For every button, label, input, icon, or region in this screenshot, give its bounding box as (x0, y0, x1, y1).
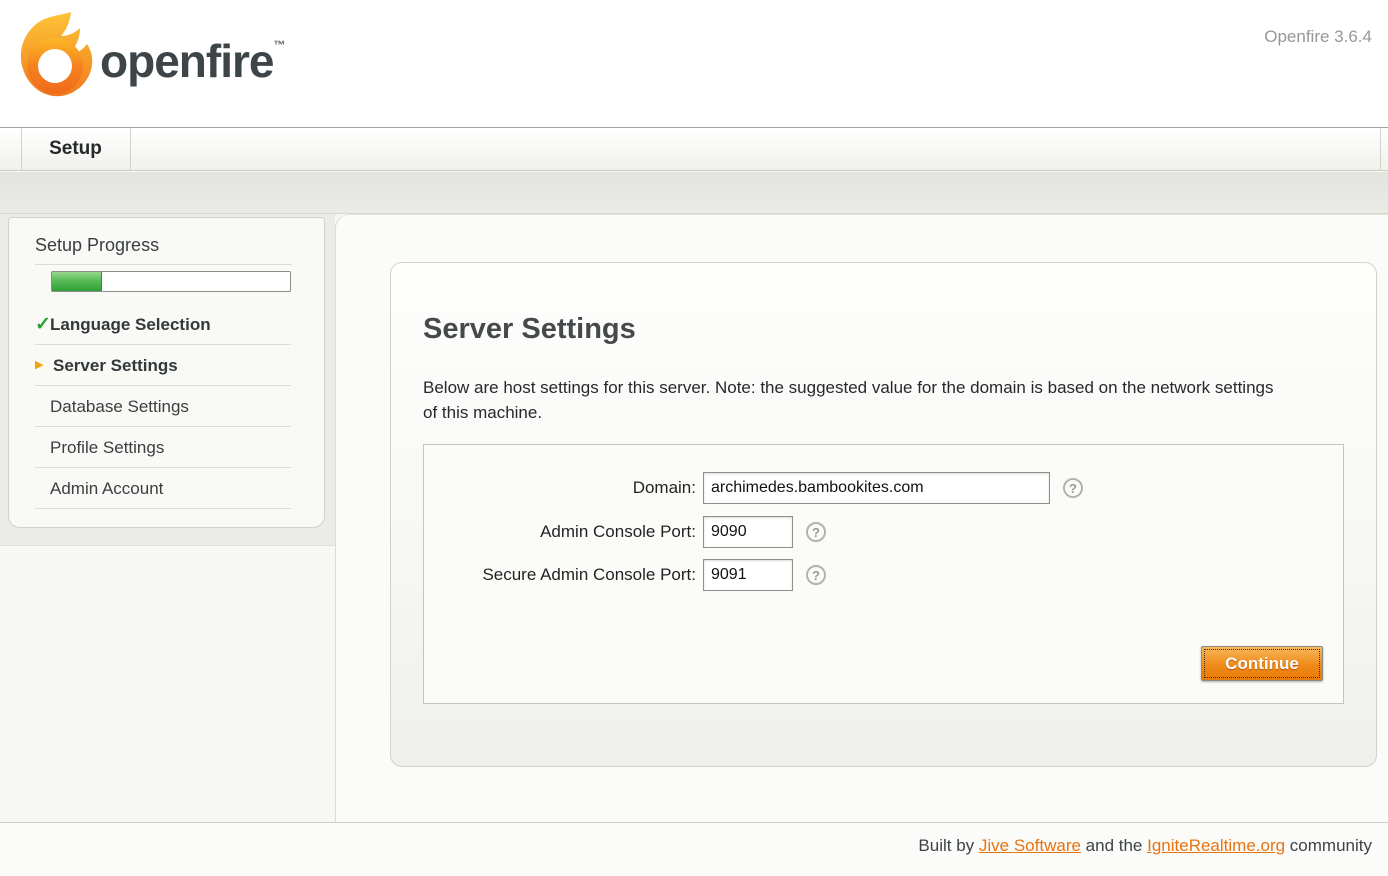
setup-steps-list: ✓ Language Selection ▶ Server Settings D… (9, 304, 324, 509)
secure-admin-console-port-label: Secure Admin Console Port: (424, 559, 696, 591)
help-icon[interactable]: ? (806, 565, 826, 585)
tab-separator (130, 128, 131, 170)
form-row-secure-admin-console-port: Secure Admin Console Port:? (424, 559, 826, 591)
version-label: Openfire 3.6.4 (1264, 27, 1372, 47)
form-row-admin-console-port: Admin Console Port:? (424, 516, 826, 548)
form-row-domain: Domain:? (424, 472, 1083, 504)
tab-separator (1380, 128, 1381, 170)
tab-setup[interactable]: Setup (21, 128, 130, 170)
help-icon[interactable]: ? (806, 522, 826, 542)
sidebar-item-label: Admin Account (50, 468, 163, 509)
main-panel: Server Settings Below are host settings … (390, 262, 1377, 767)
tab-bar: Setup (0, 128, 1388, 171)
domain-label: Domain: (424, 472, 696, 504)
sidebar-item-profile-settings: Profile Settings (9, 427, 324, 468)
continue-button[interactable]: Continue (1201, 646, 1323, 681)
server-settings-form: Domain:? Admin Console Port:? Secure Adm… (423, 444, 1344, 704)
sidebar-item-language-selection: ✓ Language Selection (9, 304, 324, 345)
setup-progress-bar (51, 271, 291, 292)
check-icon: ✓ (35, 304, 51, 345)
admin-console-port-input[interactable] (703, 516, 793, 548)
page-title: Server Settings (423, 313, 636, 346)
openfire-setup-screen: openfire™ Openfire 3.6.4 Setup Setup Pro… (0, 0, 1388, 876)
openfire-logo-icon (14, 6, 96, 106)
sidebar-item-label: Profile Settings (50, 427, 164, 468)
igniterealtime-link[interactable]: IgniteRealtime.org (1147, 836, 1285, 855)
sidebar-item-label: Server Settings (53, 345, 178, 386)
setup-progress-card: Setup Progress ✓ Language Selection ▶ Se… (8, 217, 325, 528)
help-icon[interactable]: ? (1063, 478, 1083, 498)
setup-progress-fill (52, 272, 102, 291)
sidebar-item-server-settings: ▶ Server Settings (9, 345, 324, 386)
domain-input[interactable] (703, 472, 1050, 504)
secure-admin-console-port-input[interactable] (703, 559, 793, 591)
sidebar-item-label: Language Selection (50, 304, 211, 345)
footer-text: and the (1081, 836, 1147, 855)
footer-text: Built by (918, 836, 978, 855)
header: openfire™ Openfire 3.6.4 (0, 0, 1388, 128)
footer: Built by Jive Software and the IgniteRea… (0, 822, 1388, 876)
divider (35, 264, 292, 265)
setup-progress-title: Setup Progress (35, 235, 159, 256)
sidebar-item-database-settings: Database Settings (9, 386, 324, 427)
page-description: Below are host settings for this server.… (423, 375, 1288, 425)
sidebar-item-label: Database Settings (50, 386, 189, 427)
sub-nav-bar (0, 172, 1388, 214)
current-step-arrow-icon: ▶ (35, 345, 43, 386)
admin-console-port-label: Admin Console Port: (424, 516, 696, 548)
sidebar-item-admin-account: Admin Account (9, 468, 324, 509)
trademark: ™ (273, 38, 285, 52)
footer-text: community (1285, 836, 1372, 855)
jive-software-link[interactable]: Jive Software (979, 836, 1081, 855)
brand-wordmark: openfire™ (100, 34, 285, 88)
